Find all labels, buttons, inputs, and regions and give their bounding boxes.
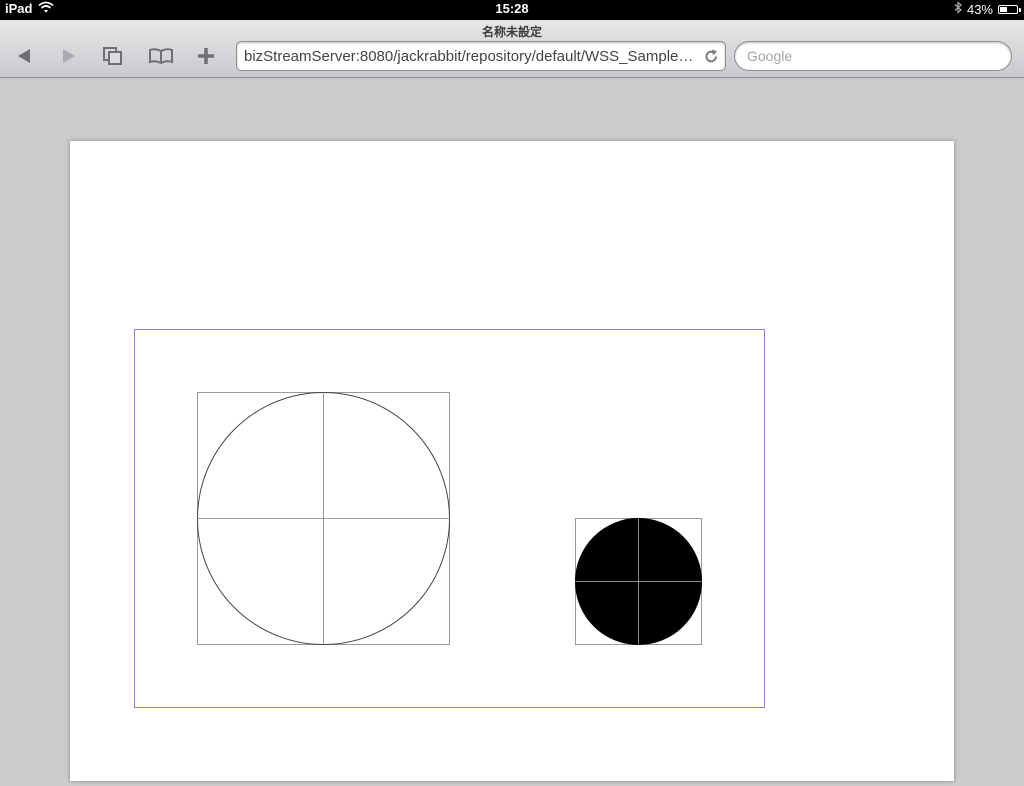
status-right: 43% — [954, 1, 1021, 17]
status-bar: iPad 15:28 43% — [0, 0, 1024, 20]
page-title: 名称未設定 — [481, 25, 542, 39]
outline-circle-group — [197, 392, 450, 645]
search-box[interactable] — [734, 41, 1012, 71]
document-page — [70, 141, 954, 781]
search-input[interactable] — [747, 48, 997, 64]
filled-circle-group — [575, 518, 702, 645]
forward-arrow-icon — [63, 49, 75, 63]
pages-button[interactable] — [97, 42, 129, 70]
pages-icon — [103, 47, 122, 65]
document-canvas — [134, 329, 765, 708]
reload-icon[interactable] — [703, 48, 720, 65]
url-text[interactable]: bizStreamServer:8080/jackrabbit/reposito… — [244, 48, 696, 65]
forward-button[interactable] — [53, 42, 85, 70]
bookmarks-button[interactable] — [145, 42, 177, 70]
plus-icon — [198, 48, 214, 64]
back-arrow-icon — [18, 49, 30, 63]
status-time: 15:28 — [495, 1, 529, 16]
browser-toolbar: 名称未設定 bizStreamServer:8080/jackrabbit/re… — [0, 20, 1024, 78]
bluetooth-icon — [954, 1, 962, 17]
add-button[interactable] — [190, 42, 222, 70]
address-bar[interactable]: bizStreamServer:8080/jackrabbit/reposito… — [236, 41, 726, 71]
battery-percent: 43% — [966, 1, 993, 17]
bookmarks-icon — [149, 48, 173, 65]
battery-level — [1000, 6, 1007, 12]
battery-icon — [998, 4, 1021, 14]
back-button[interactable] — [8, 42, 40, 70]
